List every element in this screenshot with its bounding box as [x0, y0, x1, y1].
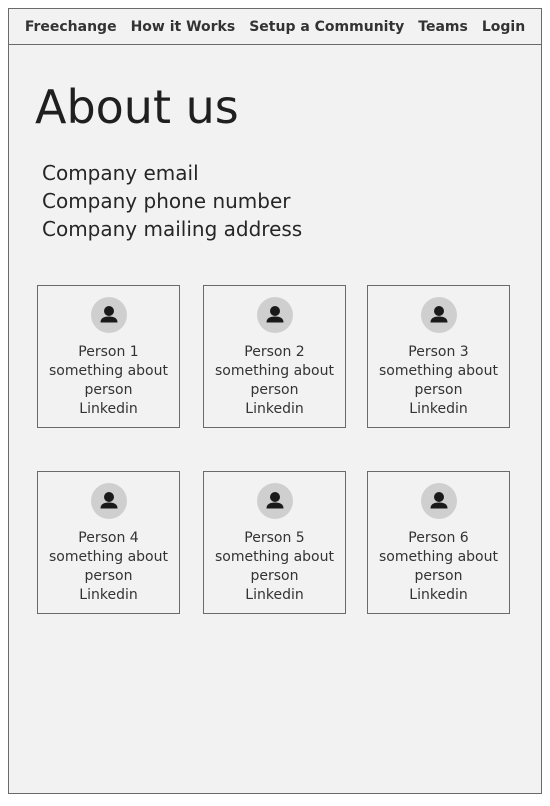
person-name: Person 4 — [78, 530, 139, 546]
person-name: Person 5 — [244, 530, 305, 546]
user-icon — [90, 297, 127, 333]
team-card-6: Person 6 something about person Linkedin — [367, 471, 510, 614]
person-name: Person 2 — [244, 344, 305, 360]
person-description: something about person — [379, 363, 498, 398]
person-description: something about person — [215, 363, 334, 398]
linkedin-link[interactable]: Linkedin — [368, 400, 509, 419]
user-icon — [420, 297, 457, 333]
linkedin-link[interactable]: Linkedin — [38, 586, 179, 605]
nav-link-teams[interactable]: Teams — [418, 19, 468, 35]
nav-link-login[interactable]: Login — [482, 19, 525, 35]
team-card-3: Person 3 something about person Linkedin — [367, 285, 510, 428]
user-icon — [256, 297, 293, 333]
company-phone: Company phone number — [42, 189, 291, 213]
linkedin-link[interactable]: Linkedin — [204, 400, 345, 419]
linkedin-link[interactable]: Linkedin — [38, 400, 179, 419]
contact-info: Company email Company phone number Compa… — [42, 159, 302, 243]
page-title: About us — [35, 80, 239, 134]
nav-link-freechange[interactable]: Freechange — [25, 19, 117, 35]
person-description: something about person — [49, 549, 168, 584]
team-card-1: Person 1 something about person Linkedin — [37, 285, 180, 428]
company-address: Company mailing address — [42, 217, 303, 241]
person-name: Person 1 — [78, 344, 139, 360]
person-description: something about person — [379, 549, 498, 584]
person-description: something about person — [49, 363, 168, 398]
linkedin-link[interactable]: Linkedin — [204, 586, 345, 605]
navbar: Freechange How it Works Setup a Communit… — [9, 9, 541, 45]
person-name: Person 6 — [408, 530, 469, 546]
team-card-5: Person 5 something about person Linkedin — [203, 471, 346, 614]
team-card-4: Person 4 something about person Linkedin — [37, 471, 180, 614]
user-icon — [256, 483, 293, 519]
person-description: something about person — [215, 549, 334, 584]
page-frame: Freechange How it Works Setup a Communit… — [8, 8, 542, 794]
linkedin-link[interactable]: Linkedin — [368, 586, 509, 605]
team-card-2: Person 2 something about person Linkedin — [203, 285, 346, 428]
user-icon — [420, 483, 457, 519]
user-icon — [90, 483, 127, 519]
company-email: Company email — [42, 161, 199, 185]
nav-link-setup-community[interactable]: Setup a Community — [249, 19, 404, 35]
person-name: Person 3 — [408, 344, 469, 360]
nav-link-how-it-works[interactable]: How it Works — [131, 19, 236, 35]
